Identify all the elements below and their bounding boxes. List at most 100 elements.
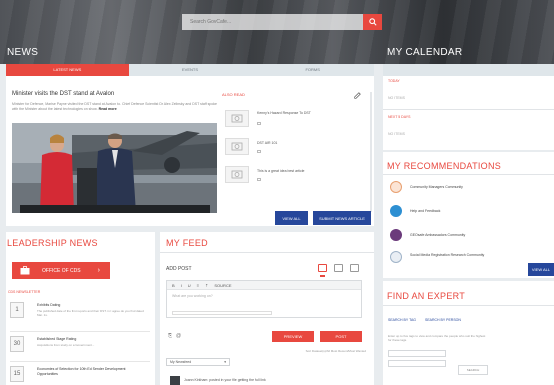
article-title[interactable]: Minister visits the DST stand at Avalon <box>12 91 217 97</box>
leadership-item-title: Exhibits Dating <box>37 303 61 307</box>
tab-latest-news[interactable]: LATEST NEWS <box>6 64 129 76</box>
article-text: Minister for Defence, Marise Payne visit… <box>12 102 217 111</box>
attachment-icon[interactable]: ⎘ <box>168 333 172 339</box>
leadership-item-title: Established Stage Rating <box>37 337 77 341</box>
tab-forms[interactable]: FORMS <box>251 64 374 76</box>
divider <box>383 174 554 175</box>
also-read-scrollbar[interactable] <box>370 92 372 212</box>
also-read-item[interactable]: Kenny's Hazard Response To DST <box>225 110 365 130</box>
divider <box>10 331 150 332</box>
expert-title: FIND AN EXPERT <box>387 291 466 301</box>
view-all-recommendations-button[interactable]: VIEW ALL <box>528 263 554 276</box>
office-of-cds-button[interactable]: OFFICE OF CDS › <box>12 262 110 279</box>
tags-input[interactable] <box>172 311 272 315</box>
post-type-image-icon[interactable] <box>334 264 343 272</box>
calendar-no-items: NO ITEMS <box>388 96 405 100</box>
divider <box>160 252 374 253</box>
link-button[interactable]: ⇡ <box>205 283 208 288</box>
leadership-item-text: The published date of the first reports … <box>37 309 144 317</box>
article-image[interactable] <box>12 123 217 213</box>
comment-icon <box>257 178 261 181</box>
expert-description: Enter up to five tags to view and compar… <box>388 334 486 342</box>
post-type-link-icon[interactable] <box>350 264 359 272</box>
editor-placeholder: What are you working on? <box>172 294 213 298</box>
leadership-item[interactable]: 30 Established Stage Rating Acquisitions… <box>10 336 150 358</box>
leadership-title: LEADERSHIP NEWS <box>7 238 98 248</box>
news-tabs: LATEST NEWS EVENTS FORMS <box>6 64 374 76</box>
editor-toolbar: B I U ≡ ⇡ SOURCE <box>167 281 361 290</box>
leadership-item[interactable]: 15 Economies of Selection for 10th Ed Se… <box>10 366 150 384</box>
comment-icon <box>257 122 261 125</box>
search-input[interactable] <box>182 14 363 30</box>
post-type-text-icon[interactable] <box>318 264 327 272</box>
leadership-item[interactable]: 1 Exhibits Dating The published date of … <box>10 302 150 327</box>
feed-title: MY FEED <box>166 238 208 248</box>
tag-input[interactable] <box>388 350 446 357</box>
calendar-date-icon: 1 <box>10 302 24 318</box>
italic-button[interactable]: I <box>181 283 182 288</box>
camera-icon <box>225 110 249 127</box>
feed-filter-value: My Newsfeed <box>170 360 192 364</box>
calendar-date-icon: 15 <box>10 366 24 382</box>
leadership-item-text: Acquisitions from study on a Government.… <box>37 343 95 347</box>
bold-button[interactable]: B <box>172 283 175 288</box>
news-title: NEWS <box>7 47 39 58</box>
camera-icon <box>225 138 249 155</box>
divider <box>383 305 554 306</box>
chevron-down-icon: ▾ <box>224 360 226 364</box>
tag-input[interactable] <box>388 360 446 367</box>
divider <box>383 109 554 110</box>
mention-icon[interactable]: @ <box>176 333 181 339</box>
preview-button[interactable]: PREVIEW <box>272 331 314 342</box>
post-editor[interactable]: B I U ≡ ⇡ SOURCE What are you working on… <box>166 280 362 318</box>
underline-button[interactable]: U <box>188 283 191 288</box>
calendar-today-label: TODAY <box>388 79 400 83</box>
search-button[interactable] <box>363 14 382 30</box>
office-label: OFFICE OF CDS <box>42 267 81 274</box>
avatar <box>170 376 180 385</box>
recommendations-title: MY RECOMMENDATIONS <box>387 161 502 171</box>
arrow-right-icon: › <box>97 267 100 274</box>
hero-banner <box>0 0 554 64</box>
ambassador-avatar <box>390 229 402 241</box>
post-button[interactable]: POST <box>320 331 362 342</box>
also-read-title: Kenny's Hazard Response To DST <box>257 111 311 115</box>
social-avatar <box>390 251 402 263</box>
comment-icon <box>257 150 261 153</box>
community-avatar <box>390 181 402 193</box>
edit-icon[interactable] <box>354 92 361 99</box>
source-button[interactable]: SOURCE <box>214 283 231 288</box>
search-by-tag-link[interactable]: SEARCH BY TAG <box>388 318 416 322</box>
read-more-link[interactable]: Read more <box>99 107 117 111</box>
search-by-person-link[interactable]: SEARCH BY PERSON <box>425 318 461 322</box>
feed-item-text[interactable]: Joann Kirkham: posted in your file getti… <box>184 378 266 382</box>
add-post-label: ADD POST <box>166 266 192 272</box>
expert-search-button[interactable]: SEARCH <box>458 365 488 375</box>
active-indicator <box>320 275 325 277</box>
view-all-news-button[interactable]: VIEW ALL <box>275 211 308 225</box>
tab-events[interactable]: EVENTS <box>129 64 252 76</box>
briefcase-icon <box>20 266 30 275</box>
also-read-label: ALSO READ <box>222 92 245 97</box>
leadership-item-title: Economies of Selection for 10th Ed Sende… <box>37 367 126 376</box>
search-bar <box>182 14 382 30</box>
calendar-header-bar <box>383 64 554 76</box>
recommendation-label: Social Media Registration Research Commu… <box>410 253 485 257</box>
submit-news-button[interactable]: SUBMIT NEWS ARTICLE <box>313 211 371 225</box>
feed-sort-options[interactable]: Sort Dataset(s)/All Most Recent/Most Wan… <box>256 349 366 353</box>
list-button[interactable]: ≡ <box>197 283 199 288</box>
also-read-item[interactable]: This is a great idea best article <box>225 166 365 186</box>
also-read-item[interactable]: DST AIR 101 <box>225 138 365 158</box>
calendar-week-label: NEXT 5 DAYS <box>388 115 411 119</box>
calendar-no-items-2: NO ITEMS <box>388 132 405 136</box>
recommendation-label: Community Managers Community <box>410 185 463 189</box>
search-icon <box>368 18 377 26</box>
also-read-title: This is a great idea best article <box>257 169 305 173</box>
feed-filter-select[interactable]: My Newsfeed ▾ <box>166 358 230 366</box>
leadership-sub-label: CDS NEWSLETTER <box>8 290 41 294</box>
help-avatar <box>390 205 402 217</box>
divider <box>10 361 150 362</box>
calendar-panel <box>383 64 554 150</box>
recommendation-label: Help and Feedback <box>410 209 441 213</box>
calendar-title: MY CALENDAR <box>387 47 463 58</box>
